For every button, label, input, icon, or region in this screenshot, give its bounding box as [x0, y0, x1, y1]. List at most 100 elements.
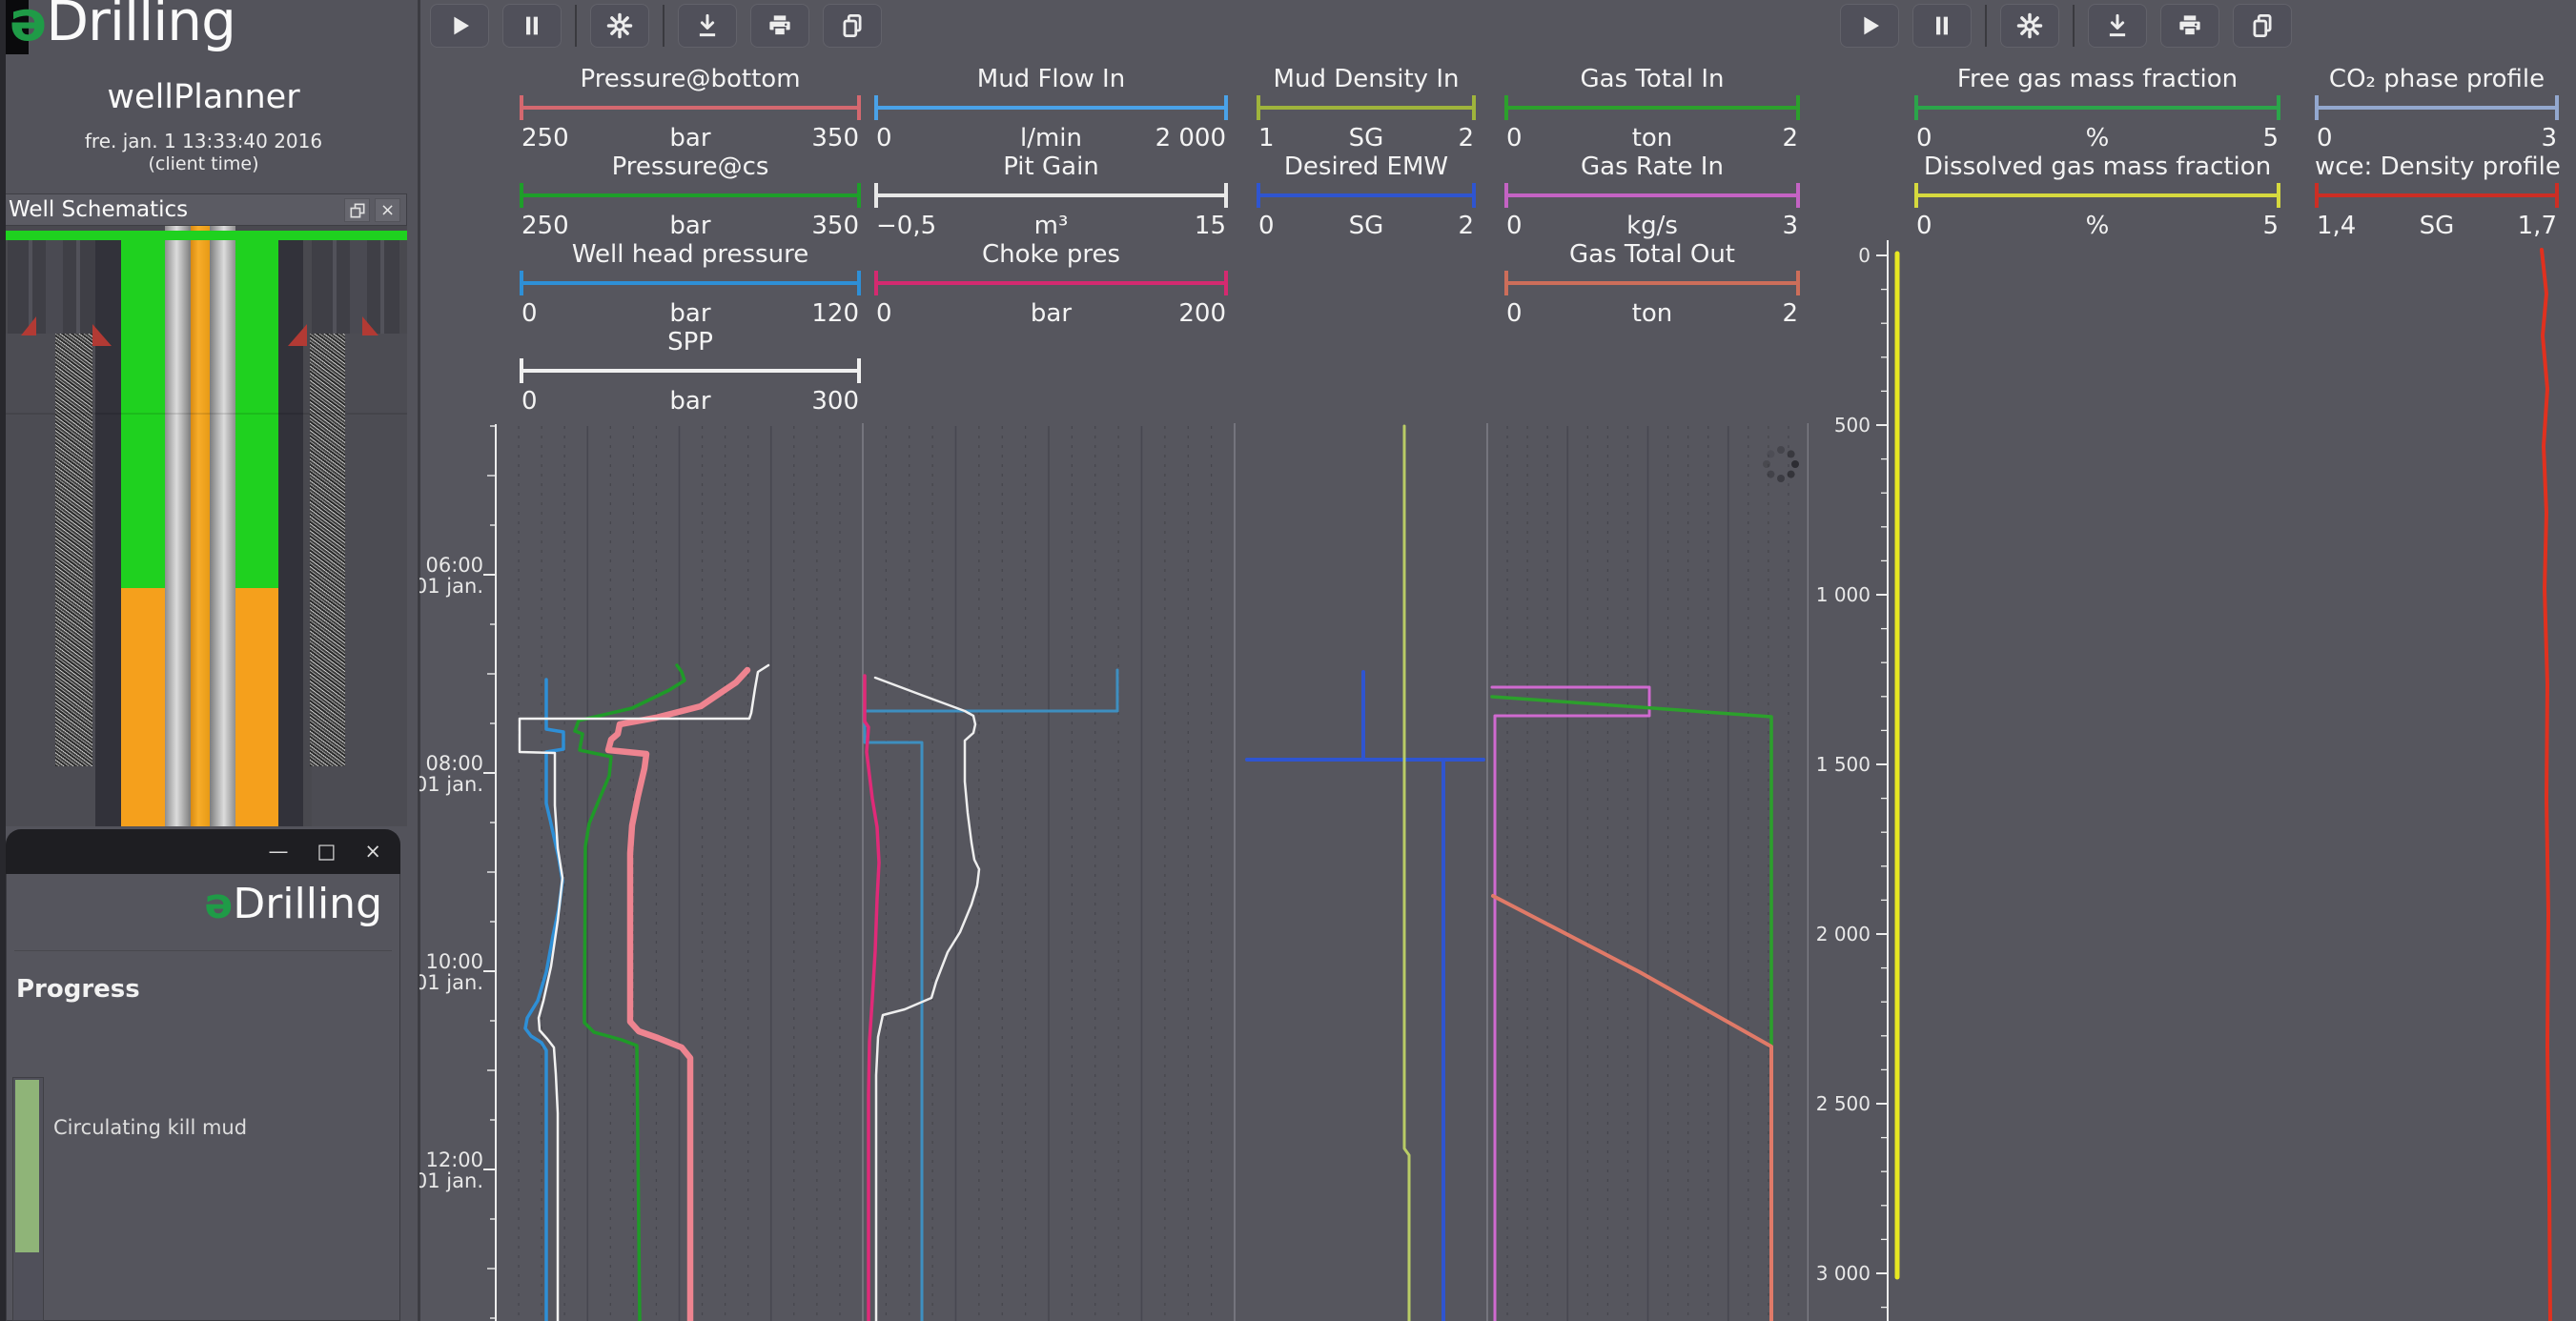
legend-line-gas-total-out — [1796, 271, 1800, 295]
legend-max-pit-gain: 15 — [1195, 212, 1226, 240]
legend-title-pressure-bottom: Pressure@bottom — [520, 65, 861, 93]
copy-button[interactable] — [823, 4, 882, 48]
legend-max-wce-density-profile: 1,7 — [2518, 212, 2557, 240]
legend-values-wce-density-profile: 1,4SG1,7 — [2315, 212, 2559, 240]
print-icon — [766, 11, 794, 40]
legend-title-wce-density-profile: wce: Density profile — [2315, 152, 2559, 181]
legend-scale-dissolved-gas-mass-fraction — [1914, 183, 2280, 208]
gridlines — [519, 423, 1810, 1321]
progress-logo: ǝDrilling — [204, 880, 382, 928]
legend-line-choke-pres — [874, 281, 1228, 285]
close-button[interactable]: × — [364, 842, 381, 862]
play-icon — [445, 11, 474, 40]
legend-values-pressure-cs: 250bar350 — [520, 212, 861, 240]
legend-max-co-phase-profile: 3 — [2541, 124, 2557, 152]
progress-heading: Progress — [16, 975, 140, 1004]
legend-unit-pit-gain: m³ — [874, 212, 1228, 240]
chart-toolbar-right — [1840, 4, 2292, 48]
legend-line-dissolved-gas-mass-fraction — [2277, 183, 2280, 208]
legend-scale-gas-rate-in — [1504, 183, 1800, 208]
legend-line-pressure-cs — [857, 183, 861, 208]
legend-title-gas-total-out: Gas Total Out — [1504, 240, 1800, 269]
progress-window-titlebar[interactable]: — □ × — [6, 829, 400, 874]
legend-scale-co-phase-profile — [2315, 95, 2559, 120]
depth-axis-label: 1 500 — [1816, 753, 1871, 776]
pause-button[interactable] — [1912, 4, 1972, 48]
depth-axis-label: 2 500 — [1816, 1092, 1871, 1115]
series-gas-total-in — [1492, 697, 1771, 1321]
series-mud-flow-in — [865, 670, 1117, 1321]
legend-max-gas-total-in: 2 — [1782, 124, 1798, 152]
depth-axis-label: 3 000 — [1816, 1262, 1871, 1285]
legend-line-well-head-pressure — [520, 281, 861, 285]
pause-button[interactable] — [502, 4, 562, 48]
legend-line-gas-rate-in — [1504, 193, 1800, 197]
legend-unit-pressure-bottom: bar — [520, 124, 861, 152]
copy-button[interactable] — [2233, 4, 2292, 48]
legend-title-desired-emw: Desired EMW — [1257, 152, 1476, 181]
legend-scale-gas-total-in — [1504, 95, 1800, 120]
legend-scale-desired-emw — [1257, 183, 1476, 208]
legend-max-pressure-bottom: 350 — [811, 124, 859, 152]
settings-icon — [2015, 11, 2044, 40]
legend-values-dissolved-gas-mass-fraction: 0%5 — [1914, 212, 2280, 240]
legend-max-free-gas-mass-fraction: 5 — [2262, 124, 2279, 152]
toolbar-separator — [575, 5, 577, 47]
minimize-button[interactable]: — — [269, 842, 289, 862]
legend-max-dissolved-gas-mass-fraction: 5 — [2262, 212, 2279, 240]
copy-icon — [838, 11, 867, 40]
legend-scale-spp — [520, 358, 861, 383]
series-gas-rate-in — [1492, 687, 1649, 1321]
progress-window: — □ × ǝDrilling Progress Circulating kil… — [6, 829, 400, 1321]
download-button[interactable] — [2088, 4, 2147, 48]
legend-line-pressure-bottom — [520, 106, 861, 110]
legend-title-pit-gain: Pit Gain — [874, 152, 1228, 181]
print-button[interactable] — [2160, 4, 2219, 48]
progress-window-body: ǝDrilling Progress Circulating kill mud — [6, 874, 400, 1321]
chart-toolbar-left — [430, 4, 882, 48]
legend-title-gas-total-in: Gas Total In — [1504, 65, 1800, 93]
legend-line-mud-flow-in — [874, 106, 1228, 110]
legend-unit-dissolved-gas-mass-fraction: % — [1914, 212, 2280, 240]
download-button[interactable] — [678, 4, 737, 48]
legend-scale-mud-density-in — [1257, 95, 1476, 120]
legend-title-well-head-pressure: Well head pressure — [520, 240, 861, 269]
series-pressure-bottom — [608, 670, 747, 1321]
time-axis-label: 12:0001 jan. — [419, 1148, 483, 1192]
maximize-button[interactable]: □ — [317, 842, 337, 862]
print-button[interactable] — [750, 4, 809, 48]
legend-values-pit-gain: −0,5m³15 — [874, 212, 1228, 240]
play-button[interactable] — [430, 4, 489, 48]
annulus-kill-mud-right — [235, 588, 278, 826]
legend-unit-gas-total-out: ton — [1504, 299, 1800, 328]
series-pit-gain — [875, 678, 979, 1321]
legend-scale-free-gas-mass-fraction — [1914, 95, 2280, 120]
legend-values-well-head-pressure: 0bar120 — [520, 299, 861, 328]
legend-min-co-phase-profile: 0 — [2317, 124, 2333, 152]
series-mud-density-in — [1404, 426, 1409, 1321]
legend-title-choke-pres: Choke pres — [874, 240, 1228, 269]
time-series — [520, 426, 1771, 1321]
time-axis: 06:0001 jan.08:0001 jan.10:0001 jan.12:0… — [419, 424, 496, 1321]
download-icon — [693, 11, 722, 40]
time-axis-label: 06:0001 jan. — [419, 554, 483, 598]
legend-scale-well-head-pressure — [520, 271, 861, 295]
current-task-label: Circulating kill mud — [53, 1116, 247, 1139]
progress-bar-track — [12, 1077, 44, 1321]
legend-title-gas-rate-in: Gas Rate In — [1504, 152, 1800, 181]
legend-title-mud-flow-in: Mud Flow In — [874, 65, 1228, 93]
legend-unit-well-head-pressure: bar — [520, 299, 861, 328]
legend-max-pressure-cs: 350 — [811, 212, 859, 240]
legend-values-free-gas-mass-fraction: 0%5 — [1914, 124, 2280, 152]
settings-button[interactable] — [2000, 4, 2059, 48]
legend-line-mud-density-in — [1257, 106, 1476, 110]
legend-scale-pit-gain — [874, 183, 1228, 208]
play-button[interactable] — [1840, 4, 1899, 48]
legend-line-wce-density-profile — [2315, 193, 2559, 197]
legend-unit-spp: bar — [520, 387, 861, 416]
legend-line-well-head-pressure — [857, 271, 861, 295]
legend-max-desired-emw: 2 — [1458, 212, 1474, 240]
legend-title-co-phase-profile: CO₂ phase profile — [2315, 65, 2559, 93]
settings-button[interactable] — [590, 4, 649, 48]
legend-line-gas-total-in — [1796, 95, 1800, 120]
